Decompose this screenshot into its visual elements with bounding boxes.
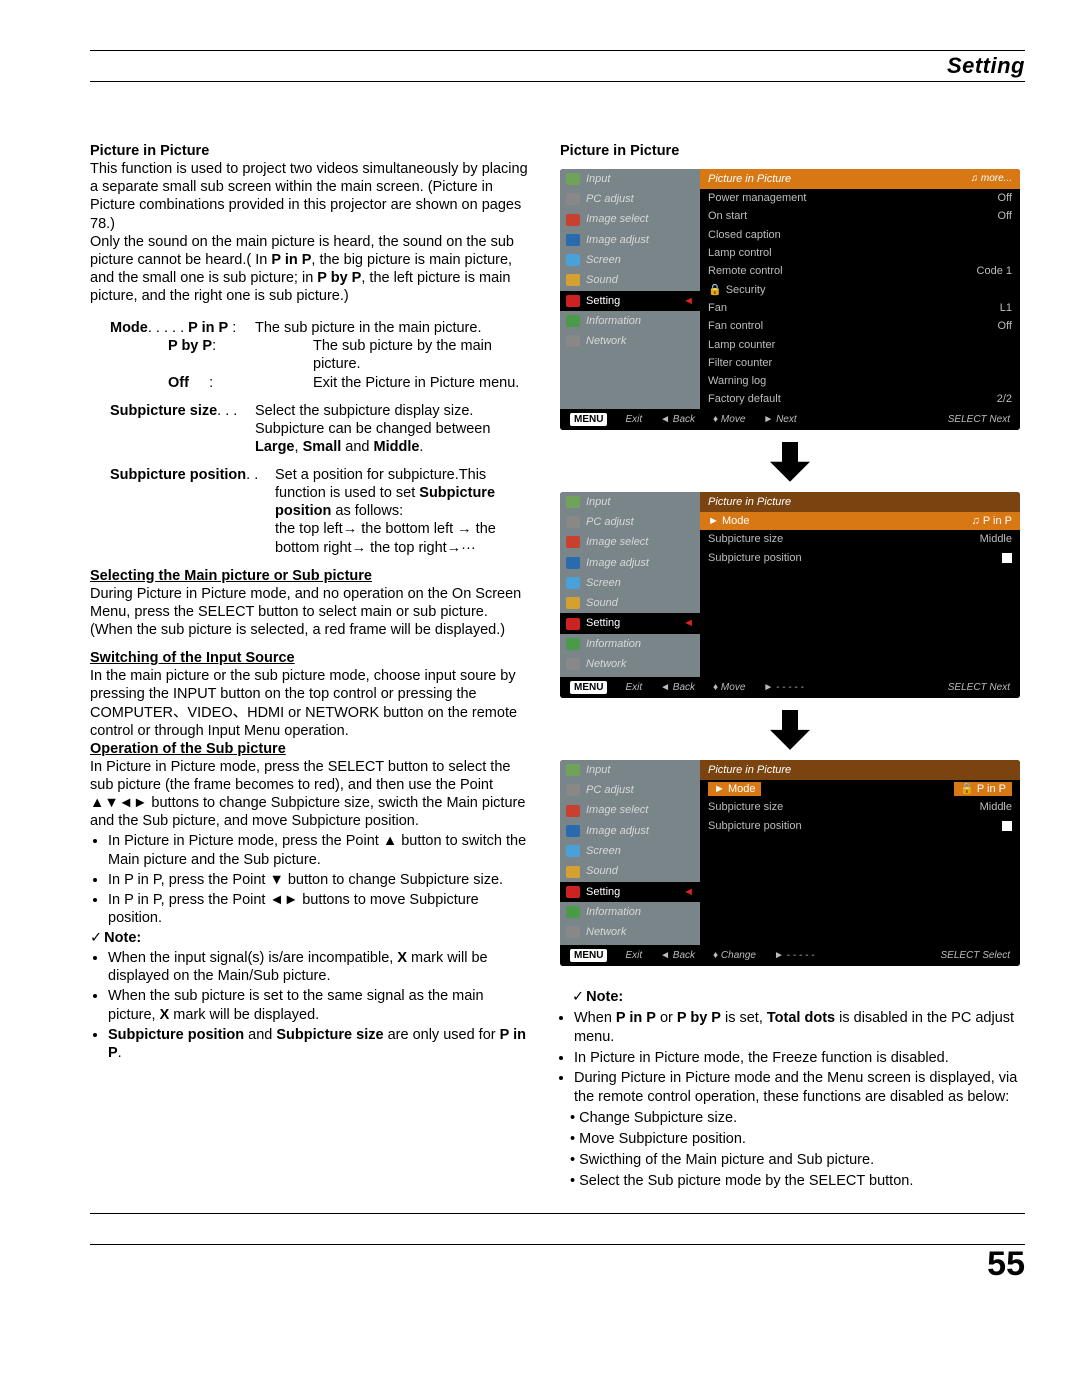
- pip-heading: Picture in Picture: [90, 142, 530, 160]
- right-column: Picture in Picture InputPC adjustImage s…: [560, 142, 1020, 1193]
- arrow-down-icon: [770, 710, 810, 750]
- intro-text-2: Only the sound on the main picture is he…: [90, 233, 530, 306]
- selecting-body: During Picture in Picture mode, and no o…: [90, 585, 530, 639]
- osd-menu-2: InputPC adjustImage selectImage adjustSc…: [560, 492, 1020, 698]
- intro-text: This function is used to project two vid…: [90, 160, 530, 233]
- operation-heading: Operation of the Sub picture: [90, 740, 530, 758]
- operation-bullets: In Picture in Picture mode, press the Po…: [108, 832, 530, 927]
- section-header: Setting: [90, 50, 1025, 82]
- subpos-def: Subpicture position. . Set a position fo…: [110, 466, 530, 557]
- arrow-down-icon: [770, 442, 810, 482]
- mode-definitions: Mode. . . . . P in P : The sub picture i…: [110, 319, 530, 392]
- switching-heading: Switching of the Input Source: [90, 649, 530, 667]
- note-heading-right: Note:: [572, 988, 1020, 1007]
- note-heading-left: Note:: [90, 929, 530, 947]
- subsize-def: Subpicture size. . . Select the subpictu…: [110, 402, 530, 456]
- osd-menu-1: InputPC adjustImage selectImage adjustSc…: [560, 169, 1020, 430]
- note-bullets-left: When the input signal(s) is/are incompat…: [108, 949, 530, 1062]
- left-column: Picture in Picture This function is used…: [90, 142, 530, 1193]
- page-number: 55: [90, 1244, 1025, 1284]
- note-bullets-right: When P in P or P by P is set, Total dots…: [574, 1009, 1020, 1191]
- selecting-heading: Selecting the Main picture or Sub pictur…: [90, 567, 530, 585]
- pip-heading-right: Picture in Picture: [560, 142, 1020, 161]
- operation-body: In Picture in Picture mode, press the SE…: [90, 758, 530, 831]
- switching-body: In the main picture or the sub picture m…: [90, 667, 530, 740]
- osd-menu-3: InputPC adjustImage selectImage adjustSc…: [560, 760, 1020, 966]
